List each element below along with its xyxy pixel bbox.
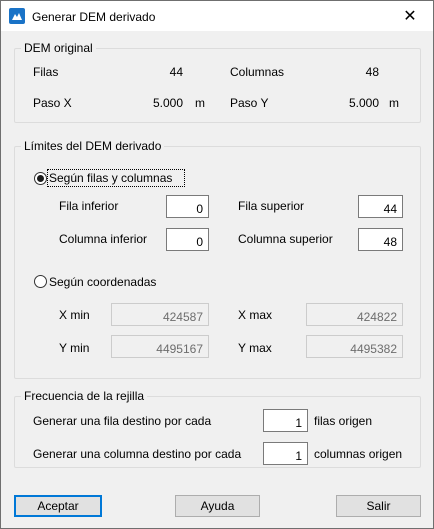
paso-y-value: 5.000	[348, 96, 379, 110]
paso-y-label: Paso Y	[230, 96, 269, 110]
frecuencia-columna-suffix: columnas origen	[314, 447, 403, 461]
filas-label: Filas	[33, 65, 59, 79]
window-title: Generar DEM derivado	[32, 10, 156, 24]
group-dem-original: DEM original	[14, 41, 421, 123]
paso-x-label: Paso X	[33, 96, 72, 110]
aceptar-button[interactable]: Aceptar	[14, 495, 102, 517]
radio-coordenadas-label[interactable]: Según coordenadas	[49, 275, 156, 289]
ymin-input[interactable]	[111, 335, 209, 358]
frecuencia-columna-input[interactable]	[263, 442, 308, 465]
radio-filas-columnas-label[interactable]: Según filas y columnas	[49, 171, 172, 185]
frecuencia-fila-suffix: filas origen	[314, 414, 373, 428]
xmax-label: X max	[238, 308, 273, 322]
close-icon[interactable]: ✕	[387, 1, 433, 31]
columna-inferior-input[interactable]	[166, 228, 209, 251]
xmin-label: X min	[59, 308, 90, 322]
filas-value: 44	[169, 65, 183, 79]
columna-superior-input[interactable]	[358, 228, 403, 251]
ymax-input[interactable]	[306, 335, 403, 358]
frecuencia-columna-label: Generar una columna destino por cada	[33, 447, 242, 461]
paso-y-unit: m	[389, 96, 399, 110]
columna-inferior-label: Columna inferior	[59, 232, 148, 246]
frecuencia-fila-input[interactable]	[263, 409, 308, 432]
group-title-dem-original: DEM original	[21, 41, 96, 55]
ymin-label: Y min	[59, 341, 90, 355]
columnas-value: 48	[365, 65, 379, 79]
xmin-input[interactable]	[111, 303, 209, 326]
radio-coordenadas[interactable]	[34, 275, 47, 288]
paso-x-value: 5.000	[152, 96, 183, 110]
xmax-input[interactable]	[306, 303, 403, 326]
frecuencia-fila-label: Generar una fila destino por cada	[33, 414, 212, 428]
fila-inferior-label: Fila inferior	[59, 199, 119, 213]
group-title-frecuencia: Frecuencia de la rejilla	[21, 389, 148, 403]
ayuda-button[interactable]: Ayuda	[175, 495, 260, 517]
dem-app-icon	[9, 8, 25, 24]
ymax-label: Y max	[238, 341, 272, 355]
fila-inferior-input[interactable]	[166, 195, 209, 218]
radio-filas-columnas[interactable]	[34, 172, 47, 185]
fila-superior-label: Fila superior	[238, 199, 305, 213]
paso-x-unit: m	[195, 96, 205, 110]
group-title-limites: Límites del DEM derivado	[21, 139, 165, 153]
columna-superior-label: Columna superior	[238, 232, 333, 246]
dialog-window: Generar DEM derivado ✕ DEM original Fila…	[0, 0, 434, 529]
title-bar[interactable]: Generar DEM derivado ✕	[1, 1, 433, 31]
salir-button[interactable]: Salir	[336, 495, 421, 517]
columnas-label: Columnas	[230, 65, 285, 79]
fila-superior-input[interactable]	[358, 195, 403, 218]
